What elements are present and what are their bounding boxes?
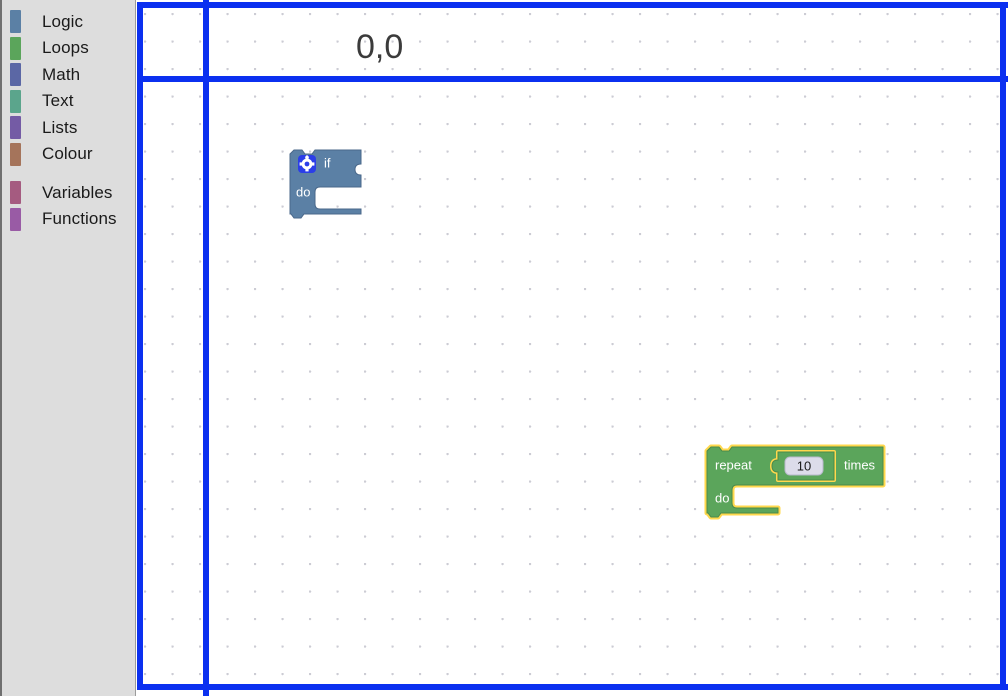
toolbox-category-label: Math	[42, 64, 81, 84]
toolbox-category-text[interactable]: Text	[5, 88, 135, 115]
toolbox-category-list: Logic Loops Math Text Lists Colour Varia…	[5, 0, 135, 696]
toolbox-category-loops[interactable]: Loops	[5, 35, 135, 62]
toolbox-category-colour[interactable]: Colour	[5, 141, 135, 168]
repeat-block-label-repeat: repeat	[715, 457, 752, 472]
workspace-canvas[interactable]: 0,0 if do 10 repeat times do	[136, 0, 1008, 696]
toolbox-category-variables[interactable]: Variables	[5, 179, 135, 206]
category-colour-swatch-lists	[10, 116, 21, 139]
if-block-label-do: do	[296, 184, 310, 199]
toolbox-category-label: Lists	[42, 117, 78, 137]
category-colour-swatch-math	[10, 63, 21, 86]
toolbox-category-label: Logic	[42, 11, 84, 31]
category-colour-swatch-loops	[10, 36, 21, 60]
toolbox: Logic Loops Math Text Lists Colour Varia…	[0, 0, 136, 696]
gear-icon[interactable]	[298, 154, 316, 173]
toolbox-category-label: Colour	[42, 144, 93, 164]
block-math-number[interactable]: 10	[770, 450, 836, 482]
coordinate-readout: 0,0	[356, 28, 404, 66]
toolbox-separator	[5, 167, 135, 179]
block-controls-repeat[interactable]: 10 repeat times do	[702, 443, 892, 527]
block-controls-if[interactable]: if do	[286, 148, 376, 224]
repeat-block-label-do: do	[715, 490, 729, 505]
toolbox-category-label: Variables	[42, 182, 113, 202]
toolbox-category-label: Text	[42, 91, 74, 111]
category-colour-swatch-logic	[10, 10, 21, 33]
toolbox-category-logic[interactable]: Logic	[5, 8, 135, 35]
repeat-block-label-times: times	[844, 457, 876, 472]
toolbox-category-functions[interactable]: Functions	[5, 206, 135, 233]
toolbox-category-lists[interactable]: Lists	[5, 114, 135, 141]
category-colour-swatch-functions	[10, 207, 21, 231]
category-colour-swatch-colour	[10, 142, 21, 166]
toolbox-category-label: Loops	[42, 38, 89, 58]
category-colour-swatch-text	[10, 89, 21, 113]
blockly-app: Logic Loops Math Text Lists Colour Varia…	[0, 0, 1008, 696]
if-block-label-if: if	[324, 155, 331, 170]
category-colour-swatch-variables	[10, 181, 21, 204]
toolbox-category-math[interactable]: Math	[5, 61, 135, 88]
toolbox-category-label: Functions	[42, 209, 117, 229]
number-field-value: 10	[797, 458, 811, 473]
